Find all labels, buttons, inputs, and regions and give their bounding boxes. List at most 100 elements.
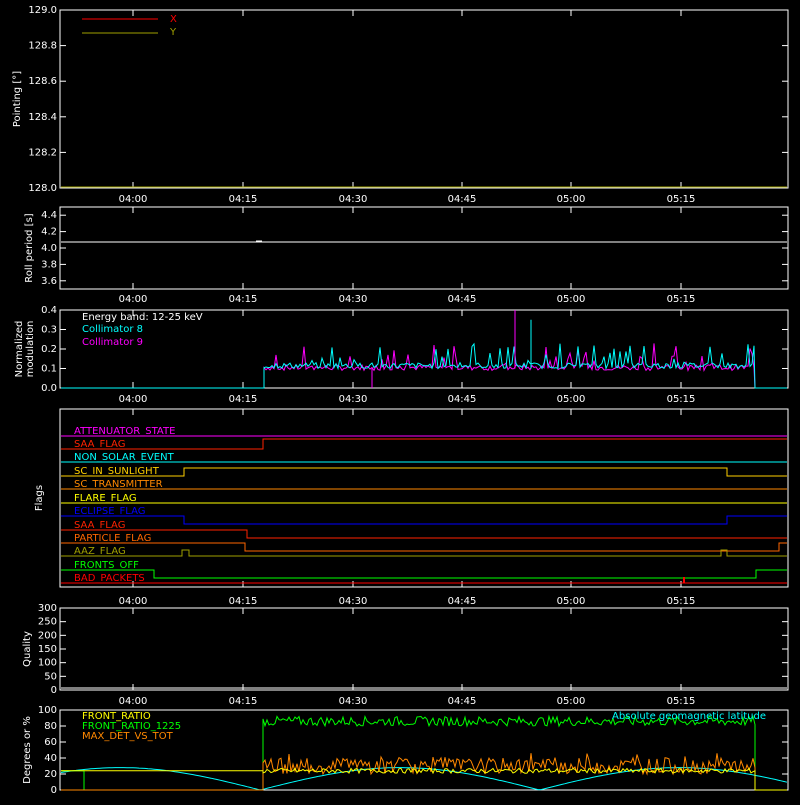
- xtick-label: 04:15: [229, 194, 258, 205]
- xtick-label: 04:15: [229, 294, 258, 305]
- xtick-label: 05:15: [667, 194, 696, 205]
- ytick-label: 100: [38, 705, 57, 716]
- xtick-label: 04:30: [339, 294, 368, 305]
- panel-quality: Quality 050100150200250300 04:00 04:15 04:…: [22, 603, 789, 707]
- xtick-label: 04:00: [119, 596, 148, 607]
- xtick-label: 04:45: [448, 294, 477, 305]
- flag-label: ATTENUATOR_STATE: [74, 426, 175, 437]
- panel-modulation-ylabel-line2: modulation: [25, 321, 36, 378]
- xtick-label: 04:00: [119, 696, 148, 707]
- xtick-label: 04:45: [448, 596, 477, 607]
- geomagnetic-latitude-legend: Absolute geomagnetic latitude: [612, 711, 766, 722]
- ytick-label: 150: [38, 644, 57, 655]
- ytick-label: 100: [38, 658, 57, 669]
- ratio-trace-max-det-vs-tot: [61, 753, 787, 791]
- panel-ratios-ylabel: Degrees or %: [22, 716, 33, 784]
- panel-pointing-xticks: 04:00 04:15 04:30 04:45 05:00 05:15: [119, 10, 696, 205]
- flag-label: SAA_FLAG: [74, 520, 125, 531]
- xtick-label: 05:15: [667, 294, 696, 305]
- ytick-label: 300: [38, 603, 57, 614]
- ytick-label: 128.6: [28, 76, 57, 87]
- flag-trace: [61, 542, 787, 552]
- panel-roll-yticks: 3.6 3.8 4.0 4.2 4.4: [41, 210, 788, 287]
- ytick-label: 3.6: [41, 276, 57, 287]
- multi-panel-chart: Pointing [°] 128.0 128.2 128.4 128.6 128.8 12…: [12, 5, 789, 796]
- flag-label: NON_SOLAR_EVENT: [74, 452, 175, 463]
- xtick-label: 04:00: [119, 194, 148, 205]
- flag-traces: ATTENUATOR_STATE SAA_FLAG NON_SOLAR_EVENT S…: [61, 426, 787, 584]
- panel-flags-ylabel: Flags: [34, 485, 45, 511]
- flag-trace: [61, 569, 787, 579]
- ytick-label: 4.4: [41, 210, 57, 221]
- panel-flags: Flags 04:00 04:15 04:30 04:45 05:00 05:15 ATT…: [34, 408, 789, 607]
- ytick-label: 200: [38, 630, 57, 641]
- panel-quality-ylabel: Quality: [22, 631, 33, 667]
- xtick-label: 04:30: [339, 596, 368, 607]
- collimator-8-legend: Collimator 8: [82, 324, 143, 335]
- xtick-label: 04:15: [229, 596, 258, 607]
- panel-quality-frame: [59, 607, 789, 691]
- ytick-label: 0.2: [41, 344, 57, 355]
- xtick-label: 04:30: [339, 194, 368, 205]
- xtick-label: 04:45: [448, 194, 477, 205]
- xtick-label: 05:00: [557, 696, 586, 707]
- flag-label: SC_IN_SUNLIGHT: [74, 466, 160, 477]
- panel-modulation-ylabel-line1: Normalized: [14, 321, 25, 378]
- ytick-label: 0: [51, 785, 57, 796]
- ytick-label: 0.4: [41, 305, 57, 316]
- series-x-legend-label: X: [170, 14, 177, 25]
- xtick-label: 04:30: [339, 394, 368, 405]
- panel-pointing: Pointing [°] 128.0 128.2 128.4 128.6 128.8 12…: [12, 5, 789, 205]
- panel-quality-xticks: 04:00 04:15 04:30 04:45 05:00 05:15: [119, 608, 696, 707]
- xtick-label: 04:45: [448, 696, 477, 707]
- xtick-label: 04:00: [119, 294, 148, 305]
- ytick-label: 0.0: [41, 383, 57, 394]
- chart-stage: Pointing [°] 128.0 128.2 128.4 128.6 128.8 12…: [0, 0, 800, 800]
- ytick-label: 128.2: [28, 147, 57, 158]
- ytick-label: 128.0: [28, 183, 57, 194]
- panel-modulation: Normalized modulation 0.0 0.1 0.2 0.3 0.4 04…: [14, 305, 789, 405]
- ytick-label: 129.0: [28, 5, 57, 16]
- panel-pointing-ylabel: Pointing [°]: [12, 71, 23, 127]
- ytick-label: 0: [51, 685, 57, 696]
- xtick-label: 05:15: [667, 596, 696, 607]
- flag-label: FRONTS_OFF: [74, 560, 139, 571]
- xtick-label: 04:15: [229, 696, 258, 707]
- xtick-label: 05:00: [557, 394, 586, 405]
- max-det-vs-tot-legend: MAX_DET_VS_TOT: [82, 731, 174, 742]
- ytick-label: 250: [38, 617, 57, 628]
- xtick-label: 04:30: [339, 696, 368, 707]
- ytick-label: 40: [44, 753, 57, 764]
- xtick-label: 05:00: [557, 194, 586, 205]
- flag-label: FLARE_FLAG: [74, 493, 137, 504]
- panel-roll: Roll period [s] 3.63.84.04.24.4 04:00 04:…: [24, 206, 789, 305]
- ytick-label: 4.0: [41, 243, 57, 254]
- flag-label: PARTICLE_FLAG: [74, 533, 151, 544]
- xtick-label: 04:15: [229, 394, 258, 405]
- energy-band-annotation: Energy band: 12-25 keV: [82, 312, 203, 323]
- xtick-label: 05:00: [557, 596, 586, 607]
- panel-roll-ylabel: Roll period [s]: [24, 213, 35, 282]
- panel-roll-xticks: 04:00 04:15 04:30 04:45 05:00 05:15: [119, 207, 696, 305]
- xtick-label: 05:15: [667, 394, 696, 405]
- xtick-label: 04:00: [119, 394, 148, 405]
- panel-quality-yticks: 0 50 100 150 200 250 300: [38, 603, 788, 696]
- flag-label: BAD_PACKETS: [74, 573, 145, 584]
- ytick-label: 0.3: [41, 325, 57, 336]
- ytick-label: 20: [44, 769, 57, 780]
- ytick-label: 128.4: [28, 112, 57, 123]
- series-y-legend-label: Y: [169, 27, 177, 38]
- xtick-label: 05:15: [667, 696, 696, 707]
- xtick-label: 04:45: [448, 394, 477, 405]
- ytick-label: 4.2: [41, 227, 57, 238]
- flag-trace: [61, 515, 787, 525]
- ytick-label: 80: [44, 721, 57, 732]
- flag-label: SC_TRANSMITTER: [74, 479, 163, 490]
- flag-label: AAZ_FLAG: [74, 546, 126, 557]
- flag-label: ECLIPSE_FLAG: [74, 506, 145, 517]
- flag-label: SAA_FLAG: [74, 439, 125, 450]
- flag-trace: [61, 438, 787, 450]
- xtick-label: 05:00: [557, 294, 586, 305]
- ytick-label: 3.8: [41, 259, 57, 270]
- ytick-label: 128.8: [28, 41, 57, 52]
